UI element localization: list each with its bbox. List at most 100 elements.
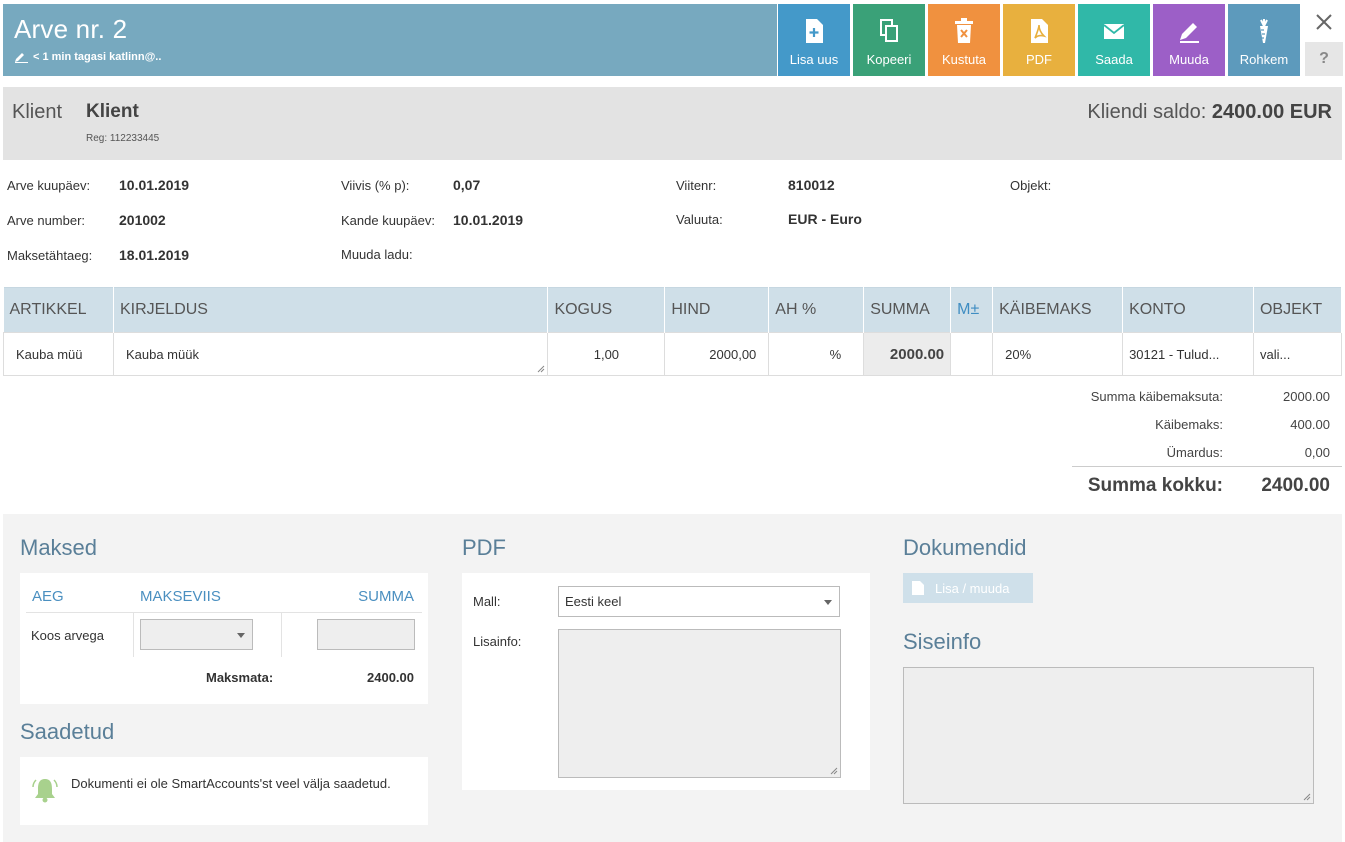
totals-divider [1072,466,1342,467]
resize-handle-icon[interactable] [1303,793,1311,801]
payments-col-sum: SUMMA [358,588,414,605]
due-date-label: Maksetähtaeg: [7,248,93,263]
net-total-value: 2000.00 [1283,389,1330,404]
internal-info-title: Siseinfo [903,629,982,654]
help-button[interactable]: ? [1305,42,1343,76]
documents-title: Dokumendid [903,535,1027,560]
currency-value: EUR - Euro [788,211,862,227]
pdf-card: Mall: Eesti keel Lisainfo: [462,573,870,790]
delete-button[interactable]: Kustuta [928,4,1000,76]
more-button[interactable]: Rohkem [1228,4,1300,76]
items-table: ARTIKKEL KIRJELDUS KOGUS HIND AH % SUMMA… [3,287,1343,376]
pencil-icon [1180,23,1199,43]
copy-button[interactable]: Kopeeri [853,4,925,76]
item-quantity[interactable]: 1,00 [547,332,666,376]
col-discount: AH % [768,287,865,333]
invoice-date-value: 10.01.2019 [119,177,190,193]
toolbar: Lisa uus Kopeeri Kustuta PDF Saada Muuda… [778,4,1303,76]
chevron-down-icon [824,599,832,605]
reference-label: Viitenr: [676,178,717,193]
col-quantity: KOGUS [547,287,666,333]
col-description: KIRJELDUS [113,287,549,333]
close-button[interactable] [1305,4,1343,40]
rounding-value: 0,00 [1304,445,1330,460]
last-edited: < 1 min tagasi katlinn@.. [14,51,161,63]
add-edit-documents-button[interactable]: Lisa / muuda [903,573,1033,603]
pdf-button[interactable]: PDF [1003,4,1075,76]
payments-col-divider [281,613,282,657]
vat-total-value: 400.00 [1290,417,1330,432]
col-price: HIND [664,287,770,333]
due-date-value: 18.01.2019 [119,247,190,263]
template-label: Mall: [473,594,501,609]
net-total-label: Summa käibemaksuta: [1090,389,1223,404]
bell-icon [32,779,58,803]
last-edited-text: < 1 min tagasi katlinn@.. [33,51,162,63]
payment-method-select[interactable] [140,619,253,650]
item-price[interactable]: 2000,00 [664,332,770,376]
grand-total-label: Summa kokku: [1087,475,1223,496]
payments-col-method: MAKSEVIIS [140,588,221,605]
envelope-icon [1103,24,1125,39]
item-discount[interactable]: % [768,332,865,376]
add-new-button[interactable]: Lisa uus [778,4,850,76]
payments-divider [26,612,422,613]
table-row: Kauba müü Kauba müük 1,00 2000,00 % 2000… [3,332,1343,376]
client-name[interactable]: Klient [86,101,139,123]
extra-info-label: Lisainfo: [473,634,522,649]
client-reg: Reg: 112233445 [86,133,160,144]
invoice-number-label: Arve number: [7,213,86,228]
internal-info-textarea[interactable] [903,667,1314,804]
edit-button[interactable]: Muuda [1153,4,1225,76]
extra-info-textarea[interactable] [558,629,841,778]
page-title: Arve nr. 2 [14,14,128,44]
col-account: KONTO [1122,287,1254,333]
send-button[interactable]: Saada [1078,4,1150,76]
pdf-title: PDF [462,535,506,560]
item-article[interactable]: Kauba müü [3,332,114,376]
item-account[interactable]: 30121 - Tulud... [1122,332,1254,376]
payments-row-label: Koos arvega [31,628,104,643]
col-object: OBJEKT [1253,287,1343,333]
client-balance: Kliendi saldo: 2400.00 EUR [1087,101,1332,123]
sent-card: Dokumenti ei ole SmartAccounts'st veel v… [20,757,428,825]
resize-handle-icon[interactable] [537,365,545,373]
add-document-icon [806,19,823,43]
unpaid-value: 2400.00 [367,670,414,685]
sent-title: Saadetud [20,719,115,744]
col-vat: KÄIBEMAKS [992,287,1124,333]
currency-label: Valuuta: [676,212,723,227]
invoice-header: Arve nr. 2 < 1 min tagasi katlinn@.. [3,4,777,76]
object-label: Objekt: [1010,178,1052,193]
copy-icon [880,19,898,42]
col-article: ARTIKKEL [3,287,114,333]
item-object[interactable]: vali... [1252,332,1343,376]
vat-total-label: Käibemaks: [1155,417,1223,432]
close-icon [1316,14,1332,30]
client-label: Klient [12,101,63,123]
item-description[interactable]: Kauba müük [112,332,549,376]
entry-date-value: 10.01.2019 [453,212,524,228]
client-balance-value: 2400.00 EUR [1211,101,1332,123]
col-sum: SUMMA [863,287,952,333]
pencil-icon [15,53,28,63]
col-mpm[interactable]: M± [950,287,994,333]
unpaid-label: Maksmata: [206,670,274,685]
reference-value: 810012 [788,177,835,193]
penalty-label: Viivis (% p): [341,178,410,193]
payments-card: AEG MAKSEVIIS SUMMA Koos arvega Maksmata… [20,573,428,704]
item-vat[interactable]: 20% [992,332,1124,376]
item-sum: 2000.00 [863,332,952,376]
item-mpm[interactable] [950,332,994,376]
template-select[interactable]: Eesti keel [558,586,840,617]
items-header-row: ARTIKKEL KIRJELDUS KOGUS HIND AH % SUMMA… [3,287,1343,333]
resize-handle-icon[interactable] [830,767,838,775]
payments-title: Maksed [20,535,98,560]
sent-message: Dokumenti ei ole SmartAccounts'st veel v… [71,776,391,791]
pdf-icon [912,581,924,595]
payment-sum-input[interactable] [317,619,415,650]
grand-total-value: 2400.00 [1261,475,1330,496]
chevron-down-icon [237,632,245,638]
client-bar: Klient Klient Reg: 112233445 Kliendi sal… [3,87,1342,160]
entry-date-label: Kande kuupäev: [341,213,435,228]
